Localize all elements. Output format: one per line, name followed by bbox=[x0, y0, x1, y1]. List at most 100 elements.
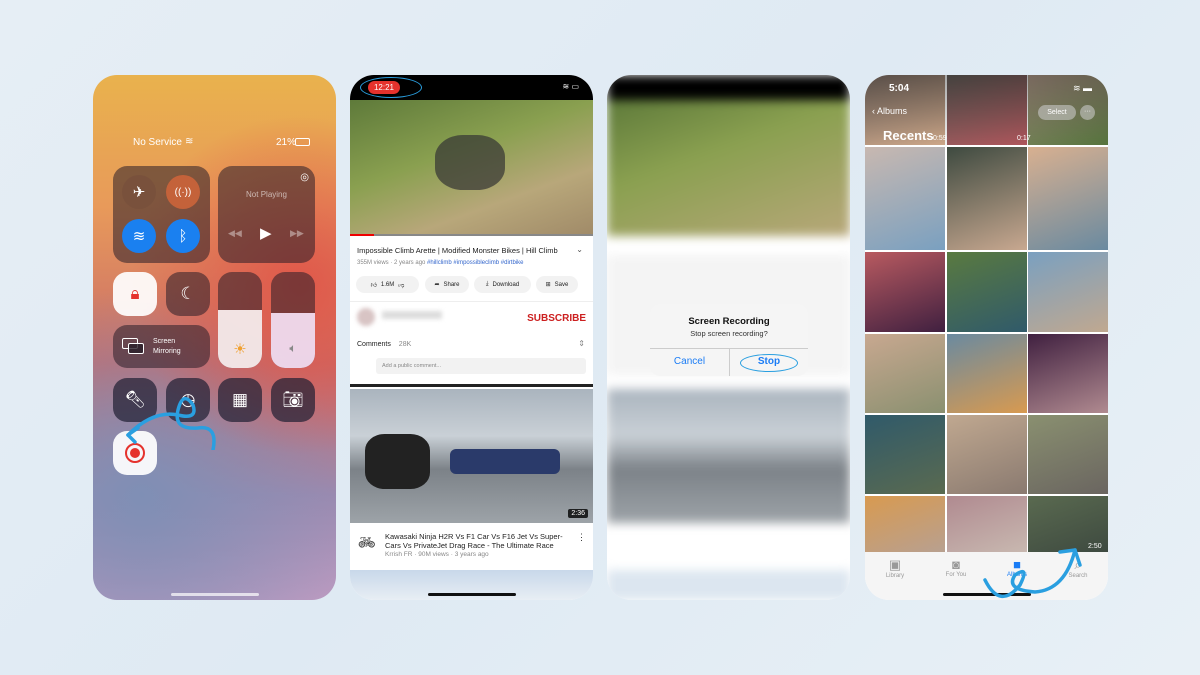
subscribe-button[interactable]: SUBSCRIBE bbox=[527, 313, 586, 324]
screen-mirroring-button[interactable]: Screen Mirroring bbox=[113, 325, 210, 368]
photo-library-icon: ▣ bbox=[888, 557, 902, 572]
for-you-icon: ◙ bbox=[952, 557, 960, 572]
video-title: Impossible Climb Arette | Modified Monst… bbox=[357, 246, 558, 255]
media-title: Not Playing bbox=[246, 190, 287, 199]
tab-for-you[interactable]: ◙ For You bbox=[936, 557, 976, 578]
tab-label: For You bbox=[945, 572, 967, 578]
photo-thumbnail[interactable] bbox=[946, 415, 1027, 494]
brightness-slider[interactable]: ☀ bbox=[218, 272, 262, 368]
photo-thumbnail[interactable] bbox=[946, 252, 1027, 332]
photo-thumbnail[interactable] bbox=[865, 252, 945, 332]
airplay-icon[interactable]: ◎ bbox=[300, 172, 309, 183]
channel-avatar[interactable] bbox=[357, 308, 375, 326]
status-time: 5:04 bbox=[889, 83, 910, 94]
photo-thumbnail[interactable] bbox=[865, 415, 945, 494]
battery-icon bbox=[295, 138, 310, 146]
wifi-icon[interactable]: ≋ bbox=[122, 219, 156, 253]
photo-thumbnail[interactable] bbox=[946, 334, 1027, 413]
cancel-button[interactable]: Cancel bbox=[650, 348, 729, 376]
thumbs-up-icon: 👍︎ bbox=[370, 282, 377, 289]
status-icons: ≋ ▬ bbox=[1072, 83, 1092, 93]
download-label: Download bbox=[492, 281, 520, 288]
back-button[interactable]: ‹ Albums bbox=[872, 106, 907, 116]
annotation-circle bbox=[360, 77, 422, 98]
stop-recording-screen: Screen Recording Stop screen recording? … bbox=[607, 75, 850, 600]
play-icon[interactable]: ▶ bbox=[260, 224, 272, 242]
photo-thumbnail[interactable] bbox=[865, 147, 945, 250]
bluetooth-icon[interactable]: ᛒ bbox=[166, 219, 200, 253]
tab-label: Library bbox=[885, 573, 905, 579]
annotation-circle bbox=[740, 354, 798, 372]
photo-thumbnail[interactable] bbox=[865, 334, 945, 413]
photos-screen: 5:04 ≋ ▬ ‹ Albums Recents Select ··· 0:5… bbox=[865, 75, 1108, 600]
annotation-swirl bbox=[126, 396, 216, 450]
volume-icon: 🔈︎ bbox=[289, 341, 297, 355]
dialog-title: Screen Recording bbox=[688, 316, 770, 327]
download-button[interactable]: ⤓ Download bbox=[474, 276, 531, 293]
photo-thumbnail[interactable] bbox=[1028, 147, 1108, 250]
save-icon: ⊞ bbox=[545, 282, 551, 288]
tag-link[interactable]: #dirtbike bbox=[501, 260, 524, 266]
photo-thumbnail[interactable] bbox=[865, 496, 945, 552]
wifi-status-icon: ≋ bbox=[185, 136, 194, 147]
share-label: Share bbox=[443, 281, 460, 288]
video-meta: 355M views · 2 years ago bbox=[357, 260, 426, 266]
channel-icon[interactable]: 🚲︎ bbox=[358, 534, 376, 551]
photo-thumbnail[interactable] bbox=[1028, 252, 1108, 332]
comments-count: 28K bbox=[398, 341, 412, 348]
forward-icon[interactable]: ▶▶ bbox=[290, 228, 304, 239]
video-duration: 2:36 bbox=[568, 509, 588, 518]
youtube-screen: 12:21 ≋ ▭ Impossible Climb Arette | Modi… bbox=[350, 75, 593, 600]
battery-label: 21% bbox=[276, 137, 297, 148]
video-duration: 0:59 bbox=[933, 135, 947, 142]
photo-thumbnail[interactable] bbox=[946, 147, 1027, 250]
comments-label: Comments bbox=[357, 341, 391, 348]
screen-mirroring-label-line2: Mirroring bbox=[153, 348, 181, 355]
photo-thumbnail[interactable] bbox=[1028, 334, 1108, 413]
next-video-meta: Krrish FR · 90M views · 3 years ago bbox=[385, 551, 489, 558]
orientation-lock-icon[interactable]: 🔒︎ bbox=[113, 272, 157, 316]
channel-name bbox=[382, 311, 442, 319]
status-icons: ≋ ▭ bbox=[562, 82, 579, 91]
like-count: 1.6M bbox=[380, 281, 395, 288]
album-title: Recents bbox=[883, 128, 934, 143]
brightness-icon: ☀ bbox=[233, 341, 247, 358]
comment-input[interactable]: Add a public comment... bbox=[376, 358, 586, 374]
thumbs-down-icon[interactable]: 👎︎ bbox=[398, 281, 404, 289]
photo-thumbnail[interactable] bbox=[1028, 415, 1108, 494]
home-indicator bbox=[171, 593, 259, 596]
tag-link[interactable]: #impossibleclimb bbox=[453, 260, 499, 266]
tag-link[interactable]: #hillclimb bbox=[427, 260, 452, 266]
camera-icon[interactable]: 📷︎ bbox=[271, 378, 315, 422]
next-video-thumbnail[interactable]: 2:36 bbox=[350, 389, 593, 523]
rewind-icon[interactable]: ◀◀ bbox=[228, 228, 242, 239]
save-button[interactable]: ⊞ Save bbox=[536, 276, 578, 293]
expand-icon[interactable]: ⌄ bbox=[576, 245, 583, 254]
select-button[interactable]: Select bbox=[1038, 105, 1076, 120]
cellular-icon[interactable]: ((·)) bbox=[166, 175, 200, 209]
calculator-icon[interactable]: ▦ bbox=[218, 378, 262, 422]
like-button[interactable]: 👍︎ 1.6M 👎︎ bbox=[356, 276, 419, 293]
tab-library[interactable]: ▣ Library bbox=[875, 557, 915, 579]
save-label: Save bbox=[554, 281, 569, 288]
airplane-icon[interactable]: ✈ bbox=[122, 175, 156, 209]
next-video-title[interactable]: Kawasaki Ninja H2R Vs F1 Car Vs F16 Jet … bbox=[385, 532, 570, 550]
screen-mirroring-label: Screen bbox=[153, 338, 176, 345]
connectivity-panel: ✈ ((·)) ≋ ᛒ bbox=[113, 166, 210, 263]
dialog-message: Stop screen recording? bbox=[690, 329, 768, 338]
share-button[interactable]: ➦ Share bbox=[425, 276, 469, 293]
annotation-swirl bbox=[983, 548, 1082, 598]
volume-slider[interactable]: 🔈︎ bbox=[271, 272, 315, 368]
home-indicator bbox=[428, 593, 516, 596]
media-panel: ◎ Not Playing ◀◀ ▶ ▶▶ bbox=[218, 166, 315, 263]
more-options-icon[interactable]: ⋮ bbox=[577, 532, 586, 543]
video-duration: 0:17 bbox=[1017, 135, 1031, 142]
video-player[interactable] bbox=[350, 100, 593, 236]
stop-recording-dialog: Screen Recording Stop screen recording? … bbox=[650, 304, 808, 376]
carrier-label: No Service bbox=[133, 137, 182, 148]
back-label: Albums bbox=[877, 106, 908, 116]
share-icon: ➦ bbox=[434, 282, 440, 288]
more-icon[interactable]: ··· bbox=[1080, 105, 1095, 120]
sort-icon[interactable]: ⇕ bbox=[578, 339, 585, 348]
moon-icon[interactable]: ☾ bbox=[166, 272, 210, 316]
